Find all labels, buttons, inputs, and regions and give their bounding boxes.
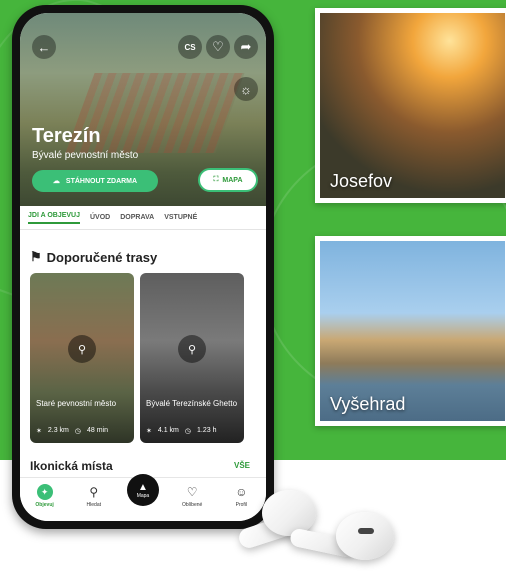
route-icon: ⚑ [30,249,42,264]
iconic-places-title: Ikonická místa [30,459,113,473]
route-duration: 1.23 h [197,427,217,434]
nav-item-oblibene[interactable]: ♡ Oblíbené [170,484,214,508]
compass-icon: ✦ [36,484,53,500]
route-name: Staré pevnostní město [36,399,117,408]
nav-item-mapa[interactable]: ▲ Mapa [121,474,165,506]
route-meta: ✶ 4.1 km ◷ 1.23 h [146,427,216,435]
page-subtitle: Bývalé pevnostní město [32,150,139,161]
user-icon: ☺ [235,485,248,499]
vysehrad-label: Vyšehrad [330,394,406,414]
phone-frame: ← CS ♡ ➦ ☼ Terezín Bývalé pevnostní měst… [12,5,274,529]
heart-icon: ♡ [186,485,198,499]
josefov-photo: Josefov [320,13,505,198]
photo-card-josefov: Josefov [315,8,506,203]
clock-icon: ◷ [184,428,191,435]
walk-icon: ✶ [146,428,152,435]
cloud-download-icon: ☁ [52,178,60,185]
back-icon[interactable]: ← [32,35,56,59]
clock-icon: ◷ [74,428,81,435]
share-icon[interactable]: ➦ [234,35,258,59]
route-meta: ✶ 2.3 km ◷ 48 min [36,427,108,435]
route-card[interactable]: ⚲ Staré pevnostní město ✶ 2.3 km ◷ 48 mi… [30,273,134,443]
route-pin-icon: ⚲ [68,335,96,363]
app-screen: ← CS ♡ ➦ ☼ Terezín Bývalé pevnostní měst… [20,13,266,521]
route-distance: 2.3 km [47,427,69,434]
tab-doprava[interactable]: DOPRAVA [120,214,154,221]
map-icon: ⛶ [213,176,219,183]
earbud-right [336,512,394,560]
photo-card-vysehrad: Vyšehrad [315,236,506,426]
map-button[interactable]: ⛶ MAPA [198,168,258,192]
route-name: Bývalé Terezínské Ghetto [146,399,238,408]
routes-heading: ⚑ Doporučené trasy [30,249,157,265]
tab-vstupne[interactable]: VSTUPNÉ [164,214,197,221]
nav-item-hledat[interactable]: ⚲ Hledat [72,484,116,508]
language-button[interactable]: CS [178,35,202,59]
route-duration: 48 min [87,427,109,434]
nav-label: Objevuj [35,502,54,508]
nav-label: Oblíbené [182,502,203,508]
favorite-heart-icon[interactable]: ♡ [206,35,230,59]
download-button[interactable]: ☁ STÁHNOUT ZDARMA [32,170,158,192]
see-all-link[interactable]: VŠE [234,461,250,470]
download-label: STÁHNOUT ZDARMA [65,177,138,185]
map-pin-icon: ▲ Mapa [126,474,159,506]
vysehrad-photo: Vyšehrad [320,241,505,421]
earbud-grille [358,528,374,534]
route-pin-icon: ⚲ [178,335,206,363]
map-label: MAPA [222,176,243,184]
nav-item-profil[interactable]: ☺ Profil [219,484,263,508]
nav-label: Profil [235,502,248,508]
josefov-label: Josefov [330,171,393,191]
earbud-left [262,490,316,536]
routes-title: Doporučené trasy [46,249,158,265]
nav-item-objevuj[interactable]: ✦ Objevuj [23,484,67,508]
walk-icon: ✶ [36,428,42,435]
search-icon: ⚲ [89,485,99,499]
tab-jdi-a-objevuj[interactable]: JDI A OBJEVUJ [28,212,80,224]
page-title: Terezín [32,125,101,147]
weather-sun-icon[interactable]: ☼ [234,77,258,101]
nav-label: Hledat [86,502,101,508]
route-distance: 4.1 km [157,427,179,434]
tab-uvod[interactable]: ÚVOD [90,214,110,221]
nav-label: Mapa [136,492,150,499]
route-card[interactable]: ⚲ Bývalé Terezínské Ghetto ✶ 4.1 km ◷ 1.… [140,273,244,443]
bottom-navigation: ✦ Objevuj ⚲ Hledat ▲ Mapa ♡ Oblíbené ☺ Pr… [20,474,266,521]
tab-bar: JDI A OBJEVUJ ÚVOD DOPRAVA VSTUPNÉ [20,206,266,230]
